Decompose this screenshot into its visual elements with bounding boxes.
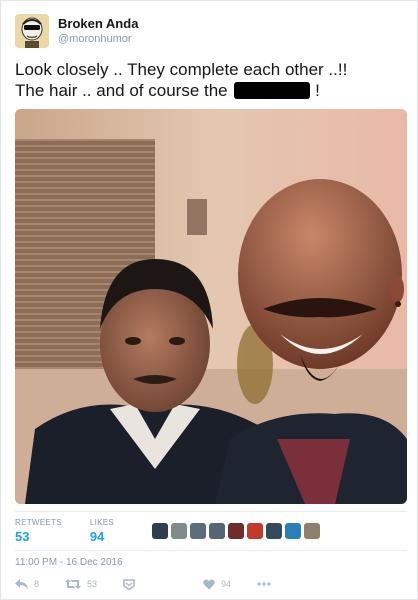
reply-button[interactable]: 8 xyxy=(15,579,39,589)
retweet-count: 53 xyxy=(87,579,98,589)
more-icon xyxy=(257,582,271,586)
liker-avatar[interactable] xyxy=(304,523,321,539)
reply-count: 8 xyxy=(34,579,40,589)
retweets-stat[interactable]: RETWEETS 53 xyxy=(15,518,62,544)
engagement-stats: RETWEETS 53 LIKES 94 xyxy=(15,511,407,551)
retweet-button[interactable]: 53 xyxy=(65,579,97,589)
retweets-count: 53 xyxy=(15,529,30,544)
tweet-text-line2-end: ! xyxy=(315,81,320,100)
retweets-label: RETWEETS xyxy=(15,518,62,527)
retweet-icon xyxy=(65,579,82,589)
liker-avatar[interactable] xyxy=(228,523,245,539)
likes-label: LIKES xyxy=(89,518,115,527)
tweet-text-line2: The hair .. and of course the ! xyxy=(15,80,407,101)
user-handle[interactable]: @moronhumor xyxy=(58,32,138,46)
tweet-photo[interactable] xyxy=(15,109,407,504)
liker-avatar[interactable] xyxy=(171,523,188,539)
tweet-text-line2-start: The hair .. and of course the xyxy=(15,81,228,100)
heart-icon xyxy=(203,578,215,589)
tweet-text: Look closely .. They complete each other… xyxy=(15,59,407,101)
liker-avatar[interactable] xyxy=(190,523,207,539)
dm-icon xyxy=(123,578,135,590)
tweet-text-line1: Look closely .. They complete each other… xyxy=(15,60,348,79)
display-name[interactable]: Broken Anda xyxy=(58,16,138,32)
liker-avatar[interactable] xyxy=(285,523,302,539)
dm-button[interactable] xyxy=(123,578,141,590)
tweet-timestamp[interactable]: 11:00 PM - 16 Dec 2016 xyxy=(15,557,123,568)
more-button[interactable] xyxy=(257,582,277,586)
liker-avatar[interactable] xyxy=(266,523,283,539)
likes-count: 94 xyxy=(89,529,105,544)
like-button[interactable]: 94 xyxy=(203,578,232,590)
liker-avatar[interactable] xyxy=(152,523,169,539)
liker-avatar[interactable] xyxy=(209,523,226,539)
tweet-card: Broken Anda @moronhumor Look closely .. … xyxy=(0,0,418,600)
like-count: 94 xyxy=(221,579,232,589)
liker-avatars xyxy=(152,523,323,539)
liker-avatar[interactable] xyxy=(247,523,264,539)
redaction-bar xyxy=(234,82,311,99)
likes-stat[interactable]: LIKES 94 xyxy=(90,518,114,544)
tweet-header: Broken Anda @moronhumor xyxy=(15,13,138,49)
reply-icon xyxy=(15,579,28,589)
avatar[interactable] xyxy=(15,14,49,48)
tweet-actions: 8 53 94 xyxy=(15,575,407,593)
